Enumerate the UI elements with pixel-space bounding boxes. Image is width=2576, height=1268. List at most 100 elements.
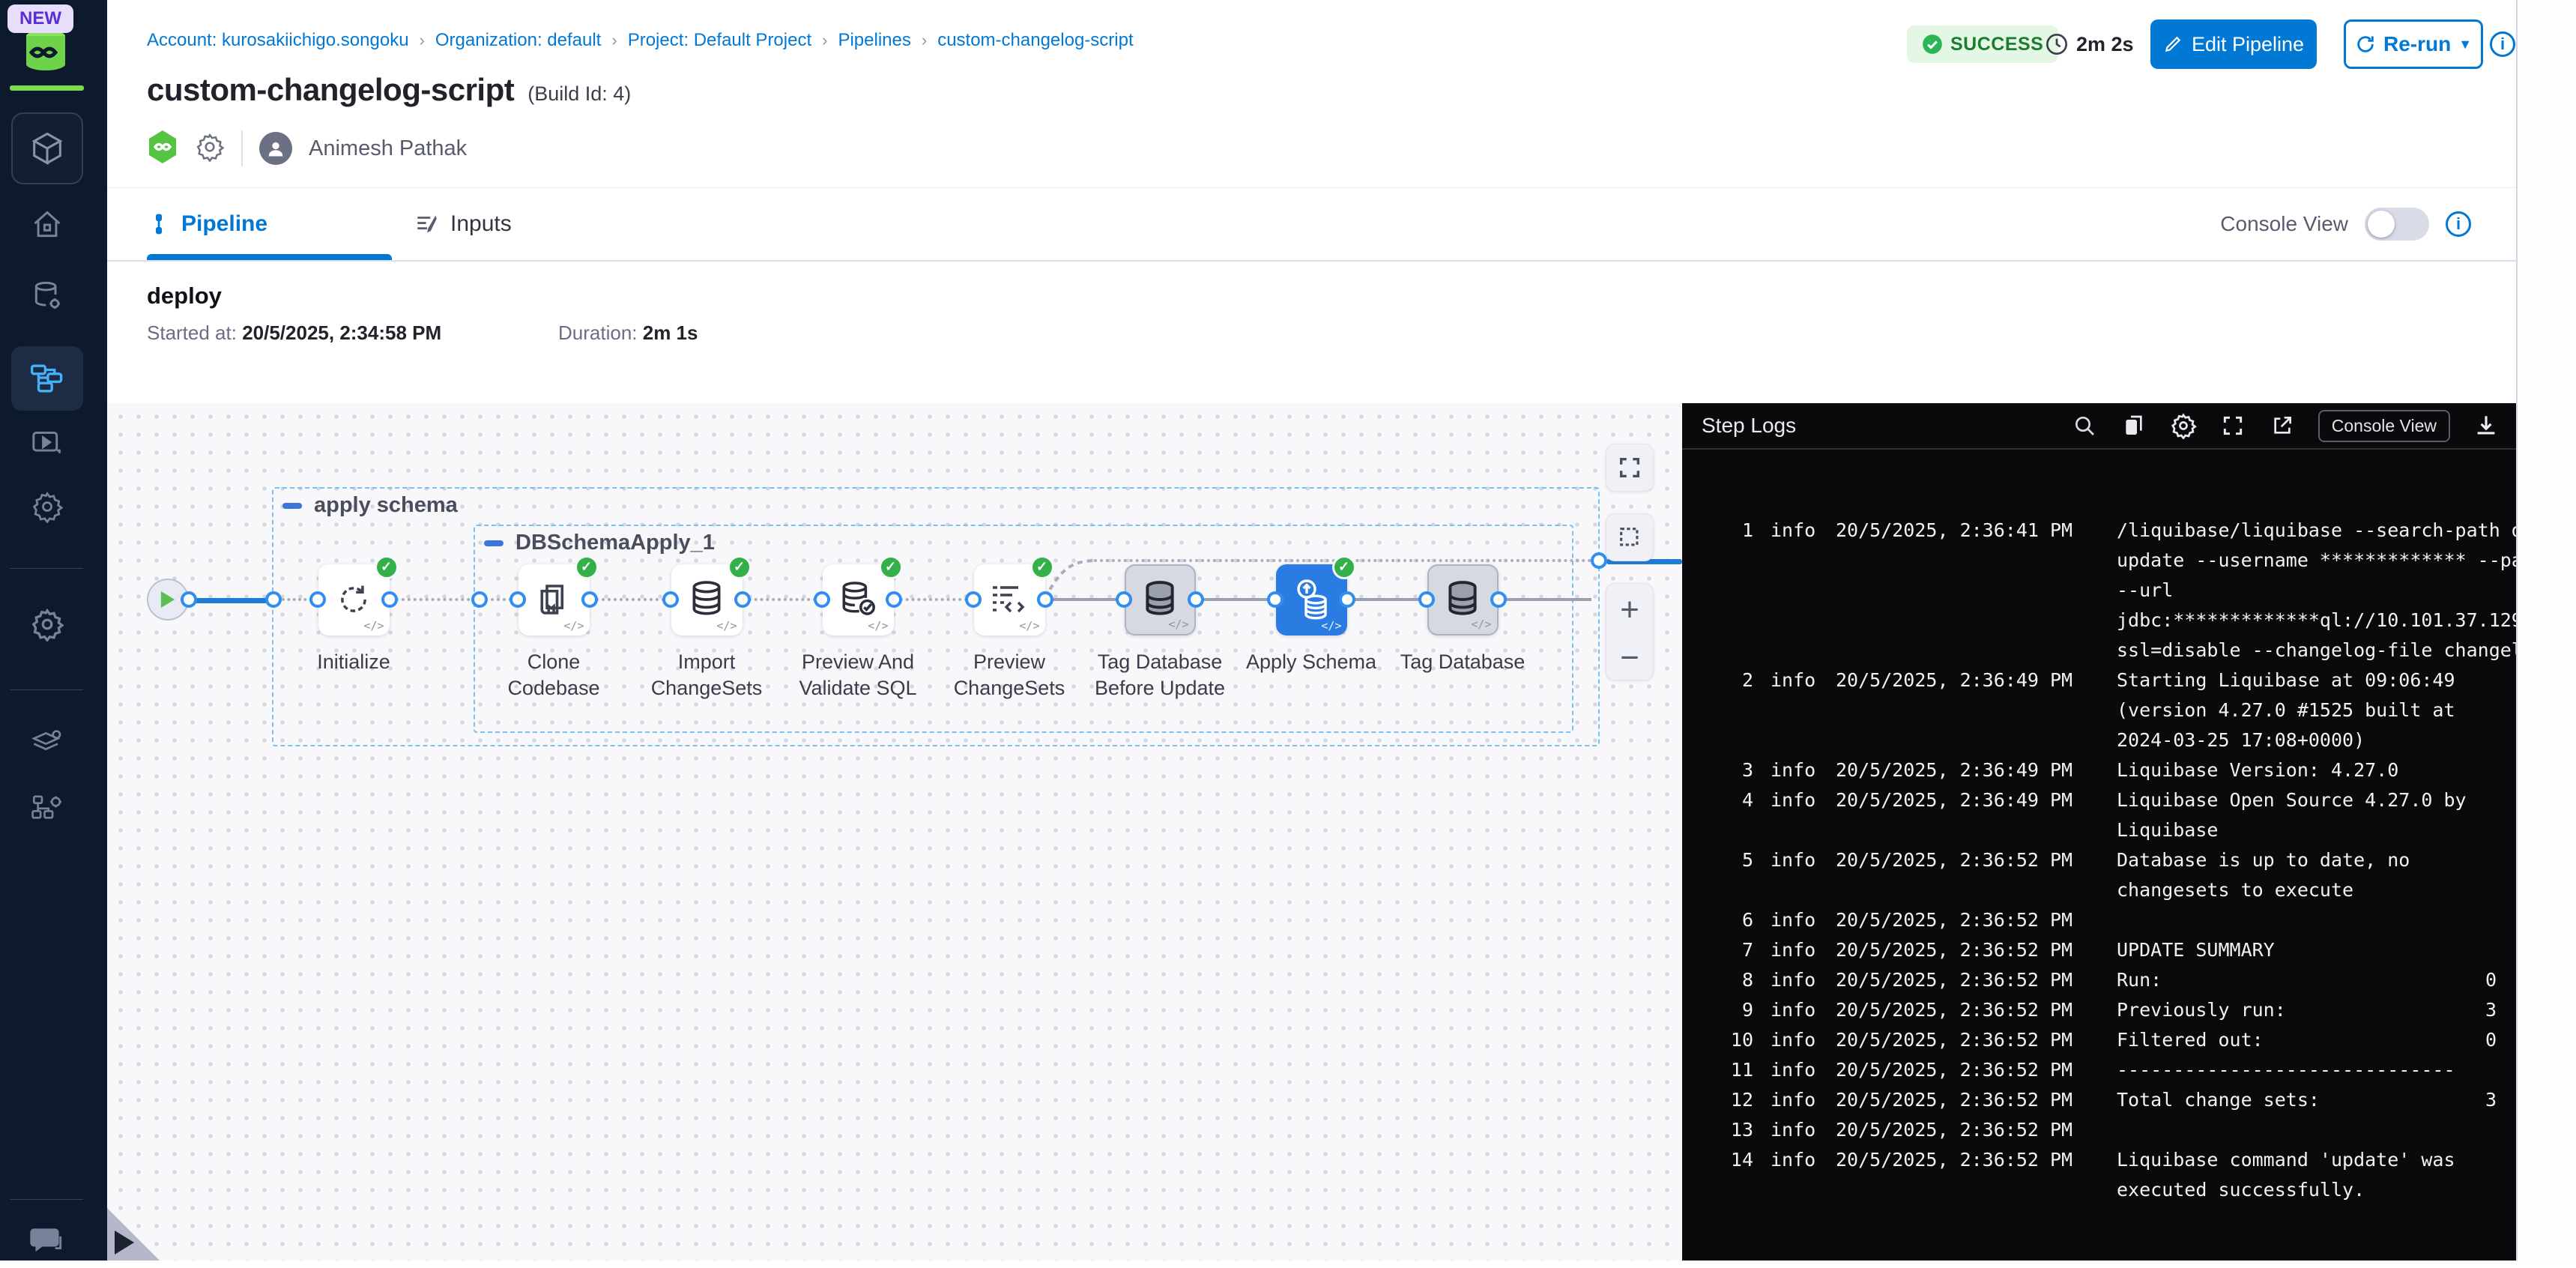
right-collapsed-panel[interactable] (2516, 0, 2576, 1261)
pipeline-node-apply-schema[interactable]: ✓</> (1276, 564, 1347, 635)
fullscreen-icon (1617, 455, 1642, 480)
sidebar-item-executions[interactable] (11, 416, 83, 471)
log-level: info (1771, 665, 1815, 695)
group-label: DBSchemaApply_1 (484, 531, 715, 555)
step-logs-header: Step Logs Console View (1682, 403, 2516, 450)
breadcrumb-item[interactable]: Organization: default (435, 30, 601, 51)
clock-icon (2045, 32, 2069, 56)
connector-port[interactable] (965, 591, 982, 608)
sidebar-divider (10, 1199, 83, 1200)
copy-icon[interactable] (2120, 412, 2147, 439)
stage-duration-value: 2m 1s (643, 321, 698, 344)
pipeline-node-clone-codebase[interactable]: ✓</> (518, 564, 590, 635)
module-selector-button[interactable] (11, 112, 83, 184)
connector-port[interactable] (1339, 591, 1355, 608)
connector-port[interactable] (381, 591, 398, 608)
log-message: Filtered out: (2117, 1025, 2516, 1055)
connector-port[interactable] (309, 591, 326, 608)
log-message: Database is up to date, no (2117, 845, 2516, 875)
connector-port[interactable] (581, 591, 598, 608)
stage-summary: deploy Started at: 20/5/2025, 2:34:58 PM… (107, 262, 2516, 403)
node-code-icon: </> (1471, 618, 1491, 631)
connector-port[interactable] (814, 591, 830, 608)
log-line: 2024-03-25 17:08+0000) (1682, 725, 2516, 755)
pipeline-node-preview-changesets[interactable]: ✓</> (974, 564, 1045, 635)
connector-port[interactable] (1037, 591, 1053, 608)
log-line: 10info20/5/2025, 2:36:52 PMFiltered out:… (1682, 1025, 2516, 1055)
connector-port[interactable] (265, 591, 282, 608)
sidebar-item-pipelines[interactable] (11, 346, 83, 411)
rerun-button[interactable]: Re-run ▼ (2344, 19, 2483, 69)
sidebar-item-database-settings[interactable] (11, 268, 83, 324)
connector-port[interactable] (662, 591, 679, 608)
logs-console-view-button[interactable]: Console View (2318, 410, 2450, 442)
connector-port[interactable] (734, 591, 751, 608)
sidebar-item-orgchart-gear[interactable] (11, 779, 83, 835)
sidebar-item-gear2[interactable] (11, 597, 83, 652)
collapse-group-icon[interactable] (484, 540, 504, 546)
help-chat-icon: ? (30, 1225, 64, 1255)
node-label: Tag Database (1365, 649, 1560, 675)
node-code-icon: </> (1019, 619, 1039, 633)
sidebar-item-help-chat[interactable]: ? (11, 1213, 83, 1268)
breadcrumb-separator: › (611, 31, 617, 50)
zoom-out-button[interactable]: − (1620, 647, 1639, 669)
download-logs-icon[interactable] (2473, 412, 2500, 439)
pipeline-node-initialize[interactable]: ✓</> (318, 564, 390, 635)
connector-port[interactable] (1591, 552, 1607, 569)
tab-inputs[interactable]: Inputs (414, 188, 512, 260)
connector-port[interactable] (1267, 591, 1284, 608)
connector-port[interactable] (181, 591, 197, 608)
log-message: update --username ************* --pa (2117, 546, 2516, 576)
log-line: executed successfully. (1682, 1175, 2516, 1205)
breadcrumb-item[interactable]: Project: Default Project (628, 30, 811, 51)
log-line-number: 11 (1682, 1055, 1753, 1085)
connector-port[interactable] (1116, 591, 1132, 608)
harness-db-devops-logo-icon[interactable] (21, 27, 70, 73)
log-line-number: 13 (1682, 1115, 1753, 1145)
breadcrumb-item[interactable]: Account: kurosakiichigo.songoku (147, 30, 409, 51)
pipeline-link (187, 598, 273, 603)
open-new-tab-icon[interactable] (2269, 412, 2296, 439)
console-view-info-icon[interactable]: i (2446, 211, 2471, 237)
edit-pipeline-button[interactable]: Edit Pipeline (2150, 19, 2317, 69)
sidebar-item-layers-gear[interactable] (11, 713, 83, 769)
fullscreen-icon[interactable] (2219, 412, 2246, 439)
log-message: Run: (2117, 965, 2516, 995)
log-message: ------------------------------ (2117, 1055, 2516, 1085)
marquee-select-icon (1617, 525, 1642, 550)
rerun-info-icon[interactable]: i (2490, 31, 2515, 57)
breadcrumb-item[interactable]: Pipelines (838, 30, 910, 51)
canvas-fullscreen-button[interactable] (1606, 444, 1654, 492)
tab-pipeline[interactable]: Pipeline (147, 188, 267, 260)
log-body[interactable]: 1info20/5/2025, 2:36:41 PM/liquibase/liq… (1682, 451, 2516, 1261)
trigger-author: Animesh Pathak (309, 136, 467, 161)
node-success-check-icon: ✓ (879, 555, 903, 579)
pipeline-node-tag-database[interactable]: </> (1427, 564, 1499, 635)
breadcrumb-item[interactable]: custom-changelog-script (937, 30, 1133, 51)
zoom-in-button[interactable]: + (1620, 595, 1639, 625)
settings-icon[interactable] (2170, 412, 2197, 439)
connector-port[interactable] (1418, 591, 1435, 608)
log-message: --url (2117, 576, 2516, 606)
log-line: jdbc:*************ql://10.101.37.129 (1682, 606, 2516, 635)
expand-left-panel-arrow-icon[interactable] (115, 1231, 134, 1255)
connector-port[interactable] (1188, 591, 1204, 608)
log-timestamp: 20/5/2025, 2:36:41 PM (1836, 516, 2072, 546)
log-message: Total change sets: (2117, 1085, 2516, 1115)
pipeline-node-preview-validate[interactable]: ✓</> (823, 564, 894, 635)
pipeline-node-import-changesets[interactable]: ✓</> (671, 564, 743, 635)
connector-port[interactable] (471, 591, 488, 608)
sidebar-item-gear[interactable] (11, 479, 83, 534)
console-view-toggle[interactable] (2365, 208, 2429, 241)
search-icon[interactable] (2071, 412, 2098, 439)
log-timestamp: 20/5/2025, 2:36:52 PM (1836, 1115, 2072, 1145)
pipeline-node-tag-db-before[interactable]: </> (1125, 564, 1196, 635)
collapse-group-icon[interactable] (282, 503, 302, 509)
sidebar-item-home[interactable] (11, 197, 83, 253)
connector-port[interactable] (886, 591, 902, 608)
connector-port[interactable] (510, 591, 526, 608)
canvas-select-button[interactable] (1606, 513, 1654, 561)
pipeline-settings-gear-icon[interactable] (195, 132, 225, 166)
connector-port[interactable] (1490, 591, 1507, 608)
